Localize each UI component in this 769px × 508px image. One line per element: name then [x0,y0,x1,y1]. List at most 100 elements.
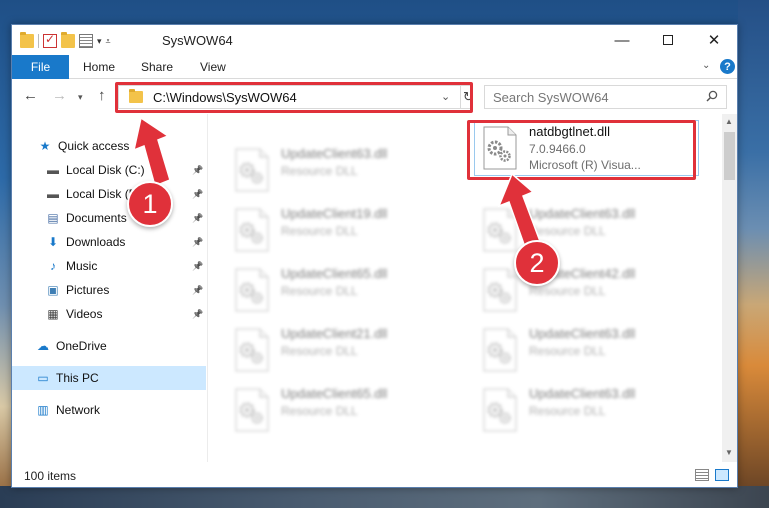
back-button[interactable]: ← [23,87,38,104]
sidebar-item-this-pc[interactable]: ▭ This PC [12,366,206,390]
scroll-down-icon[interactable]: ▼ [725,448,733,457]
file-type: Resource DLL [529,404,606,418]
properties-check-icon[interactable] [43,32,57,48]
file-type: Resource DLL [281,344,358,358]
dll-file-icon [481,208,519,252]
navigation-pane: ★ Quick access ▬ Local Disk (C:) 📌 ▬ Local Dis… [12,114,208,462]
pin-icon[interactable]: 📌 [192,261,203,272]
file-type: Resource DLL [281,164,358,178]
sidebar-item-music[interactable]: ♪ Music 📌 [12,254,206,278]
sidebar-item-label: Downloads [66,235,126,249]
desktop-background-bottom [0,486,769,508]
file-name: UpdateClient63.dll [529,206,636,221]
file-item[interactable]: UpdateClient65.dll Resource DLL [233,262,463,318]
file-name: UpdateClient63.dll [281,146,388,161]
up-button[interactable]: ↑ [98,87,106,104]
search-icon[interactable] [706,90,718,102]
window-title: SysWOW64 [162,33,233,48]
minimize-button[interactable]: — [599,25,645,55]
network-icon: ▥ [37,403,49,417]
file-item[interactable]: UpdateClient19.dll Resource DLL [233,202,463,258]
file-item[interactable]: UpdateClient63.dll Resource DLL [481,202,711,258]
sidebar-item-label: Local Disk (C:) [66,163,145,177]
sidebar-item-label: OneDrive [56,339,107,353]
step-2-badge: 2 [514,240,560,286]
sidebar-item-documents[interactable]: ▤ Documents 📌 [12,206,206,230]
sidebar-item-quick-access[interactable]: ★ Quick access [12,134,206,158]
file-item[interactable]: UpdateClient21.dll Resource DLL [233,322,463,378]
sidebar-item-label: Videos [66,307,103,321]
dll-file-icon [233,268,271,312]
maximize-button[interactable] [645,25,691,55]
file-name: UpdateClient65.dll [281,386,388,401]
sidebar-item-label: This PC [56,371,99,385]
star-icon: ★ [39,139,51,153]
chevron-down-icon[interactable]: ▾ [97,36,102,47]
pin-icon[interactable]: 📌 [192,285,203,296]
pin-icon[interactable]: 📌 [192,309,203,320]
close-button[interactable]: ✕ [691,25,737,55]
file-item[interactable]: UpdateClient65.dll Resource DLL [233,382,463,438]
dll-file-icon [233,148,271,192]
file-type: Resource DLL [281,224,358,238]
sidebar-item-local-disk-d[interactable]: ▬ Local Disk (D:) 📌 [12,182,206,206]
downloads-icon: ⬇ [47,235,59,249]
dll-file-icon [481,388,519,432]
file-name: UpdateClient21.dll [281,326,388,341]
title-bar: ▾ ⩡ SysWOW64 — ✕ [12,25,737,55]
sidebar-item-label: Quick access [58,139,130,153]
file-type: Resource DLL [529,284,606,298]
new-folder-icon[interactable] [61,32,75,48]
scroll-up-icon[interactable]: ▲ [725,117,733,126]
sidebar-item-network[interactable]: ▥ Network [12,398,206,422]
search-box[interactable]: Search SysWOW64 [484,85,727,109]
documents-icon: ▤ [47,211,59,225]
dll-file-icon [233,208,271,252]
sidebar-item-downloads[interactable]: ⬇ Downloads 📌 [12,230,206,254]
customize-toolbar-icon[interactable]: ⩡ [106,36,111,47]
tab-view[interactable]: View [200,55,226,79]
help-icon[interactable]: ? [720,59,735,74]
forward-button[interactable]: → [52,87,67,104]
file-type: Resource DLL [281,404,358,418]
dll-file-icon [233,388,271,432]
sidebar-item-onedrive[interactable]: ☁ OneDrive [12,334,206,358]
properties-icon[interactable] [79,34,93,48]
address-highlight-box [115,82,473,113]
tiles-view-icon[interactable] [715,469,729,481]
expand-ribbon-icon[interactable]: ⌄ [702,60,710,71]
step-1-badge: 1 [127,181,173,227]
sidebar-item-local-disk-c[interactable]: ▬ Local Disk (C:) 📌 [12,158,206,182]
pin-icon[interactable]: 📌 [192,189,203,200]
file-item[interactable]: UpdateClient63.dll Resource DLL [481,382,711,438]
file-type: Resource DLL [529,224,606,238]
sidebar-item-videos[interactable]: ▦ Videos 📌 [12,302,206,326]
scrollbar-thumb[interactable] [724,132,735,180]
file-name: UpdateClient19.dll [281,206,388,221]
folder-icon[interactable] [20,32,34,48]
file-item[interactable]: UpdateClient63.dll Resource DLL [481,322,711,378]
recent-locations-button[interactable]: ▾ [78,92,83,103]
tab-share[interactable]: Share [141,55,173,79]
vertical-scrollbar[interactable]: ▲ ▼ [722,114,737,462]
monitor-icon: ▭ [37,371,49,385]
file-item[interactable]: UpdateClient63.dll Resource DLL [233,142,463,198]
pictures-icon: ▣ [47,283,59,297]
toolbar-separator [38,34,39,48]
pin-icon[interactable]: 📌 [192,213,203,224]
dll-file-icon [233,328,271,372]
tab-file[interactable]: File [12,55,69,79]
file-type: Resource DLL [281,284,358,298]
item-count: 100 items [24,469,77,483]
tab-home[interactable]: Home [83,55,115,79]
pin-icon[interactable]: 📌 [192,237,203,248]
ribbon-tabs: File Home Share View ⌄ ? [12,55,737,79]
file-highlight-box [467,120,696,180]
quick-access-toolbar: ▾ ⩡ [20,32,111,50]
sidebar-item-pictures[interactable]: ▣ Pictures 📌 [12,278,206,302]
pin-icon[interactable]: 📌 [192,165,203,176]
status-bar: 100 items [12,462,737,487]
search-input[interactable]: Search SysWOW64 [493,90,609,105]
cloud-icon: ☁ [37,339,49,353]
details-view-icon[interactable] [695,469,709,481]
